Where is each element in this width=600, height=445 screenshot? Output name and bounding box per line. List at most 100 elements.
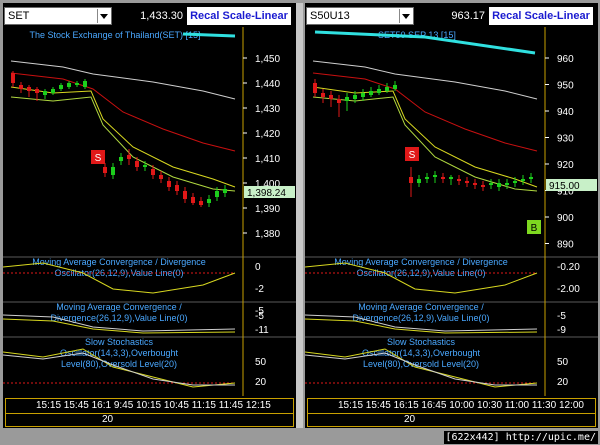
ma-mid-line <box>312 72 538 152</box>
chart-area[interactable]: The Stock Exchange of Thailand(SET) [15]… <box>3 27 296 396</box>
candle-body <box>393 85 397 89</box>
candle-body <box>67 83 71 87</box>
candle-body <box>329 95 333 99</box>
candle-body <box>135 161 139 167</box>
macd1_title-line: Moving Average Convergence / Divergence <box>334 257 507 267</box>
price-tick-label: 920 <box>557 160 574 171</box>
toolbar: S50U13 963.17 Recal Scale-Linear <box>305 3 598 27</box>
price-tick-label: 950 <box>557 81 574 92</box>
price-tick-label: 1,390 <box>255 204 280 215</box>
stoch_title-line: Slow Stochastics <box>85 337 154 347</box>
macd2-tick-label: -11 <box>255 325 269 336</box>
chevron-down-icon[interactable] <box>97 9 110 23</box>
date-axis: 20 <box>5 413 294 427</box>
price-tick-label: 1,420 <box>255 129 280 140</box>
candle-body <box>59 85 63 89</box>
toolbar: SET 1,433.30 Recal Scale-Linear <box>3 3 296 27</box>
axis-footer: 15:15 15:45 16:15 16:45 10:00 10:30 11:0… <box>305 396 598 428</box>
candle-body <box>497 183 501 187</box>
candle-body <box>409 177 413 183</box>
price-tick-label: 1,450 <box>255 54 280 65</box>
price-tick-label: 960 <box>557 54 574 65</box>
candle-body <box>385 87 389 91</box>
candle-body <box>183 191 187 199</box>
candle-body <box>167 181 171 187</box>
candle-body <box>175 185 179 191</box>
time-axis: 15:15 15:45 16:1 9:45 10:15 10:45 11:15 … <box>5 398 294 414</box>
candle-body <box>521 179 525 181</box>
candle-body <box>369 91 373 95</box>
macd2_title-line: Moving Average Convergence / <box>56 302 182 312</box>
candle-body <box>199 201 203 205</box>
stoch_title-line: Slow Stochastics <box>387 337 456 347</box>
sell-signal-label: S <box>409 150 416 161</box>
candle-body <box>345 97 349 101</box>
macd1-tick-label: -2 <box>255 284 264 295</box>
candle-body <box>465 181 469 183</box>
time-axis: 15:15 15:45 16:15 16:45 10:00 10:30 11:0… <box>307 398 596 414</box>
candle-body <box>489 183 493 185</box>
ma-fast-line <box>10 86 236 188</box>
last-price-box-label: 915.00 <box>549 181 580 192</box>
right-chart-window: S50U13 963.17 Recal Scale-Linear SET50 S… <box>305 3 598 428</box>
last-price-box-label: 1,398.24 <box>247 188 286 199</box>
macd2_title-line: Moving Average Convergence / <box>358 302 484 312</box>
price-tick-label: 1,410 <box>255 154 280 165</box>
candle-body <box>433 175 437 177</box>
macd2-tick-label: -9 <box>557 325 566 336</box>
last-price: 963.17 <box>417 7 487 25</box>
candle-body <box>215 191 219 197</box>
candle-body <box>119 157 123 161</box>
candle-body <box>361 93 365 97</box>
candle-body <box>457 179 461 181</box>
candle-body <box>11 73 15 83</box>
price-tick-label: 930 <box>557 134 574 145</box>
macd1-tick-label: 0 <box>255 262 261 273</box>
symbol-dropdown[interactable]: S50U13 <box>306 7 414 25</box>
candle-body <box>75 83 79 85</box>
candle-body <box>207 199 211 203</box>
sell-signal-label: S <box>95 153 102 164</box>
price-tick-label: 1,380 <box>255 229 280 240</box>
stoch-tick-label: 20 <box>255 377 267 388</box>
buy-signal-label: B <box>531 223 538 234</box>
candle-body <box>151 169 155 175</box>
watermark-text: [622x442] http://upic.me/ <box>444 431 598 444</box>
stoch_title-line: Oscillator(14,3,3),Overbought <box>362 348 481 358</box>
splitter-bar[interactable] <box>296 3 303 428</box>
candle-body <box>159 175 163 179</box>
candle-body <box>143 165 147 167</box>
symbol-value: S50U13 <box>310 10 350 22</box>
candle-body <box>191 197 195 203</box>
recal-scale-button[interactable]: Recal Scale-Linear <box>489 7 593 25</box>
price-tick-label: 940 <box>557 107 574 118</box>
price-tick-label: 900 <box>557 213 574 224</box>
candle-body <box>353 95 357 99</box>
candle-body <box>27 87 31 91</box>
macd1_title-line: Moving Average Convergence / Divergence <box>32 257 205 267</box>
price-tick-label: 1,430 <box>255 104 280 115</box>
last-price: 1,433.30 <box>115 7 185 25</box>
chevron-down-icon[interactable] <box>399 9 412 23</box>
candle-body <box>111 167 115 175</box>
price-tick-label: 1,440 <box>255 79 280 90</box>
candle-body <box>321 93 325 97</box>
left-chart-window: SET 1,433.30 Recal Scale-Linear The Stoc… <box>3 3 296 428</box>
price-tick-label: 890 <box>557 240 574 251</box>
candle-body <box>425 177 429 179</box>
recal-scale-button[interactable]: Recal Scale-Linear <box>187 7 291 25</box>
macd1-tick-label: -0.20 <box>557 262 580 273</box>
chart-area[interactable]: SET50 SEP 13 [15]96095094093092091090089… <box>305 27 598 396</box>
candle-body <box>127 155 131 159</box>
candle-body <box>473 183 477 185</box>
date-axis: 20 <box>307 413 596 427</box>
macd2-tick-label: -5 <box>557 311 566 322</box>
candle-body <box>83 81 87 87</box>
candle-body <box>35 89 39 93</box>
candle-body <box>223 189 227 193</box>
candle-body <box>103 167 107 173</box>
stoch_title-line: Oscillator(14,3,3),Overbought <box>60 348 179 358</box>
symbol-dropdown[interactable]: SET <box>4 7 112 25</box>
stoch-tick-label: 20 <box>557 377 569 388</box>
candle-body <box>417 179 421 183</box>
